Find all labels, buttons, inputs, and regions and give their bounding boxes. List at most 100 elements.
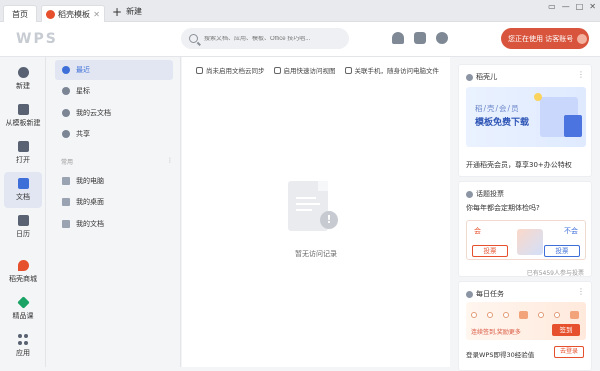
docer-card-header: 稻壳儿 — [466, 72, 497, 82]
cloud-sync-link[interactable]: 尚未启用文档云同步 — [196, 65, 265, 75]
folder-icon — [17, 141, 29, 152]
tab-home[interactable]: 首页 — [3, 5, 37, 22]
vote-icon — [466, 190, 473, 198]
sign-in-hint: 连续签到,奖励更多 — [471, 329, 521, 336]
search-icon — [189, 34, 198, 43]
sidebar-item-new[interactable]: 新建 — [4, 61, 42, 97]
skin-icon[interactable] — [414, 32, 426, 44]
vote-illustration — [517, 229, 543, 255]
docer-card-title: 稻壳儿 — [476, 73, 497, 81]
calendar-check-icon — [466, 290, 473, 298]
vote-count: 已有5459人参与投票 — [526, 270, 584, 277]
empty-state-illustration: ! — [288, 181, 348, 241]
nav-item-label: 我的电脑 — [76, 177, 104, 185]
quick-access-link[interactable]: 启用快速访问视图 — [273, 65, 336, 75]
sidebar-item-apps[interactable]: 应用 — [4, 328, 42, 364]
vote-card-title: 话题投票 — [476, 190, 504, 198]
link-phone-link[interactable]: 关联手机，随身访问电脑文件 — [344, 65, 439, 75]
settings-gear-icon[interactable] — [436, 32, 448, 44]
vote-option-no: 不会 — [564, 227, 578, 235]
docer-logo-icon — [46, 9, 55, 19]
vote-box: 会 不会 投票 投票 — [466, 220, 586, 260]
sidebar-item-courses[interactable]: 精品课 — [4, 291, 42, 327]
vote-question: 你每年都会定期体检吗? — [466, 204, 540, 212]
header-icons — [392, 32, 448, 44]
banner-phone-illustration — [564, 115, 582, 137]
maximize-button[interactable]: □ — [576, 2, 584, 11]
nav-item-label: 星标 — [76, 87, 90, 95]
go-login-button[interactable]: 去登录 — [554, 346, 584, 358]
minimize-button[interactable]: — — [562, 2, 570, 11]
sidebar-item-label: 新建 — [16, 82, 30, 90]
more-icon[interactable]: ⋮ — [577, 287, 585, 296]
nav-item-starred[interactable]: 星标 — [55, 81, 173, 101]
sidebar-item-from-template[interactable]: 从模板新建 — [4, 98, 42, 134]
nav-item-label: 共享 — [76, 130, 90, 138]
sidebar-item-label: 稻壳商城 — [9, 275, 37, 283]
sidebar-item-docer-mall[interactable]: 稻壳商城 — [4, 254, 42, 290]
quick-access-icon — [273, 66, 281, 74]
task-card-title: 每日任务 — [476, 290, 504, 298]
vote-option-yes: 会 — [474, 227, 481, 235]
new-tab-label: 新建 — [126, 7, 143, 16]
vote-card-header: 话题投票 — [466, 189, 504, 199]
wps-logo: WPS — [16, 31, 58, 47]
tab-template[interactable]: 稻壳模板 ✕ — [41, 5, 105, 22]
close-tab-icon[interactable]: ✕ — [93, 6, 100, 23]
nav-item-cloud-docs[interactable]: 我的云文档 — [55, 103, 173, 123]
more-icon[interactable]: ⋮ — [577, 70, 585, 79]
desktop-folder-icon — [62, 198, 70, 206]
search-box[interactable] — [181, 28, 349, 49]
gift-icon — [570, 311, 579, 319]
nav-item-label: 我的云文档 — [76, 109, 111, 117]
quick-access-label: 启用快速访问视图 — [283, 67, 336, 75]
main-toolbar: 尚未启用文档云同步 启用快速访问视图 关联手机，随身访问电脑文件 — [196, 65, 439, 75]
cloud-sync-icon — [196, 66, 203, 74]
nav-item-my-documents[interactable]: 我的文档 — [55, 214, 173, 234]
search-input[interactable] — [204, 35, 334, 42]
sign-in-button[interactable]: 签到 — [552, 324, 580, 336]
docer-promo-text[interactable]: 开通稻壳会员，尊享30+办公特权 — [466, 160, 572, 170]
nav-section-frequent: 常用 ⋮ — [61, 157, 173, 166]
pin-button[interactable]: ▭ — [548, 2, 556, 11]
daily-task-card: 每日任务 ⋮ 连续签到,奖励更多 签到 登录WPS即得30经验值 去登录 — [458, 281, 592, 371]
new-tab-button[interactable]: + 新建 — [112, 6, 143, 18]
nav-item-shared[interactable]: 共享 — [55, 124, 173, 144]
nav-item-my-computer[interactable]: 我的电脑 — [55, 171, 173, 191]
sidebar-item-label: 打开 — [16, 156, 30, 164]
sidebar-item-label: 精品课 — [12, 312, 34, 320]
file-nav: 最近 星标 我的云文档 共享 常用 ⋮ 我的电脑 我的桌面 我的文档 — [47, 57, 181, 367]
cloud-icon — [62, 109, 70, 117]
close-button[interactable]: ✕ — [589, 2, 596, 11]
headset-icon[interactable] — [392, 32, 404, 44]
sidebar-item-documents[interactable]: 文档 — [4, 172, 42, 208]
docer-banner[interactable]: 稻/壳/会/员 模板免费下载 — [466, 87, 586, 147]
docer-icon — [17, 260, 29, 271]
sign-in-box: 连续签到,奖励更多 签到 — [466, 302, 586, 340]
more-icon[interactable]: ⋮ — [167, 157, 173, 166]
empty-state-text: 暂无访问记录 — [295, 250, 337, 258]
nav-item-desktop[interactable]: 我的桌面 — [55, 192, 173, 212]
sidebar-item-calendar[interactable]: 日历 — [4, 209, 42, 245]
vote-card: 话题投票 你每年都会定期体检吗? 会 不会 投票 投票 已有5459人参与投票 — [458, 181, 592, 277]
banner-subtitle: 稻/壳/会/员 — [475, 104, 520, 113]
star-icon — [62, 87, 70, 95]
tab-bar: 首页 稻壳模板 ✕ + 新建 ▭ — □ ✕ — [0, 0, 600, 22]
sidebar: 新建 从模板新建 打开 文档 日历 稻壳商城 精品课 应用 — [0, 57, 46, 367]
plus-circle-icon — [17, 67, 29, 78]
sidebar-item-open[interactable]: 打开 — [4, 135, 42, 171]
nav-item-label: 我的桌面 — [76, 198, 104, 206]
sidebar-item-label: 文档 — [16, 193, 30, 201]
course-icon — [16, 296, 30, 309]
vote-yes-button[interactable]: 投票 — [472, 245, 508, 257]
login-task-text: 登录WPS即得30经验值 — [466, 351, 535, 359]
vote-no-button[interactable]: 投票 — [544, 245, 580, 257]
banner-title: 模板免费下载 — [475, 118, 530, 128]
calendar-icon — [17, 215, 29, 226]
sidebar-item-label: 从模板新建 — [5, 119, 41, 127]
user-account-button[interactable]: 您正在使用 访客账号 — [501, 28, 589, 49]
nav-item-recent[interactable]: 最近 — [55, 60, 173, 80]
task-card-header: 每日任务 — [466, 289, 504, 299]
docer-card-icon — [466, 73, 473, 81]
computer-icon — [62, 177, 70, 185]
